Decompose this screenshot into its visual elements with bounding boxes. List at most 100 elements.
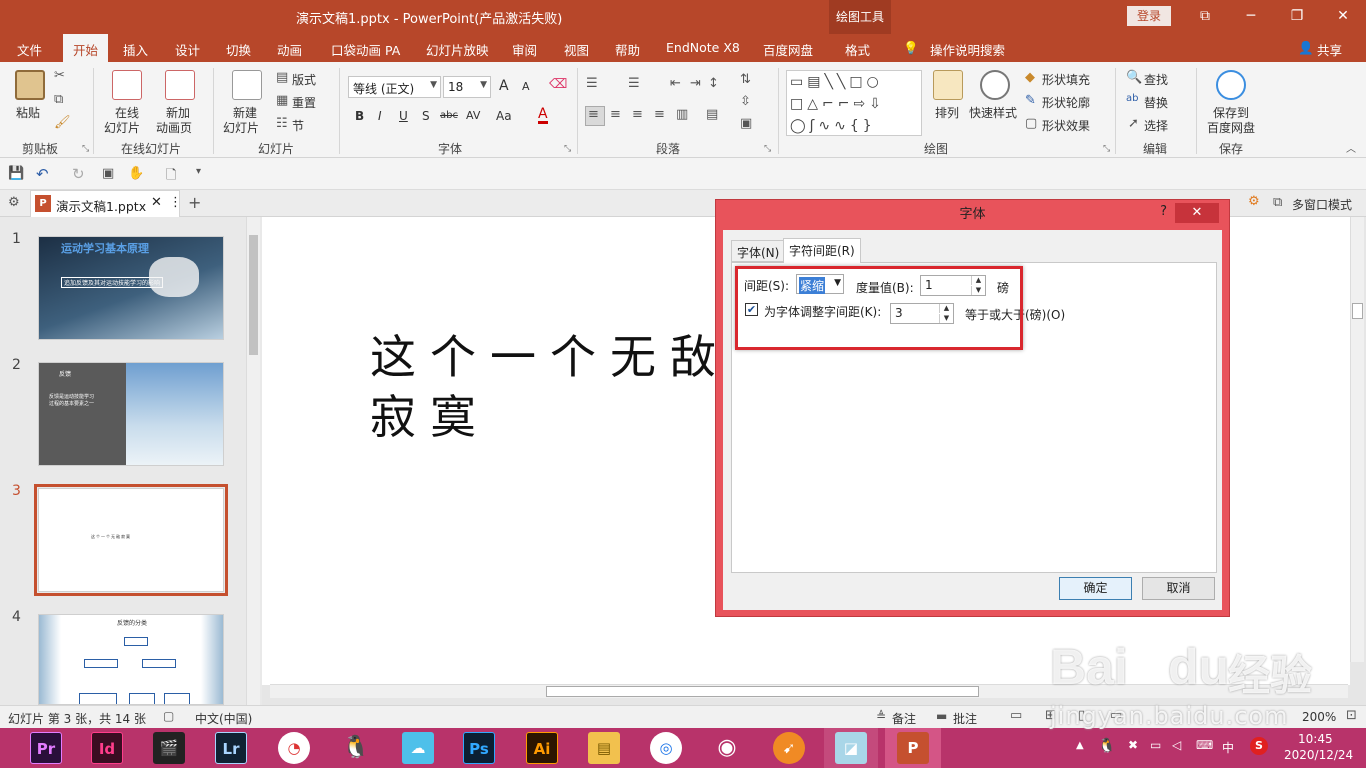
slide-vertical-scrollbar[interactable] — [1350, 217, 1364, 662]
scrollbar-thumb[interactable] — [546, 686, 979, 697]
minimize-icon[interactable]: ─ — [1241, 6, 1261, 26]
tab-transitions[interactable]: 切换 — [226, 40, 251, 59]
section-button[interactable]: 节 — [292, 117, 304, 134]
customize-qat-icon[interactable]: ▾ — [196, 166, 201, 177]
paste-button[interactable]: 粘贴 — [16, 104, 40, 121]
language-status[interactable]: 中文(中国) — [195, 710, 252, 727]
slide-thumbnail-3[interactable]: 这个一个无敌寂寞 — [34, 484, 228, 596]
tab-baidu-netdisk[interactable]: 百度网盘 — [763, 40, 813, 59]
share-button[interactable]: 共享 — [1317, 40, 1342, 59]
arrange-button[interactable]: 排列 — [935, 104, 959, 121]
font-name-combo[interactable]: 等线 (正文) ▼ — [348, 76, 441, 98]
login-button[interactable]: 登录 — [1127, 6, 1171, 26]
powerpoint-app-icon[interactable]: P — [897, 732, 929, 764]
distributed-icon[interactable]: ▥ — [676, 107, 688, 122]
quick-styles-button[interactable]: 快速样式 — [969, 104, 1017, 121]
slide-thumbnail-2[interactable]: 反馈 反馈是运动技能学习 过程的基本要素之一 — [38, 362, 224, 466]
touch-mode-icon[interactable]: ✋ — [128, 166, 144, 181]
document-tab[interactable]: P 演示文稿1.pptx ✕ ⋮ — [30, 190, 182, 217]
new-animation-label2[interactable]: 动画页 — [156, 119, 192, 136]
clipboard-launcher-icon[interactable]: ⤡ — [82, 144, 89, 154]
justify-icon[interactable]: ≡ — [654, 107, 665, 122]
columns-icon[interactable]: ▤ — [706, 107, 718, 122]
italic-button[interactable]: I — [378, 109, 382, 123]
select-button[interactable]: 选择 — [1144, 117, 1168, 134]
align-text-icon[interactable]: ⇳ — [740, 94, 751, 109]
tab-review[interactable]: 审阅 — [512, 40, 537, 59]
tab-font[interactable]: 字体(N) — [731, 240, 786, 262]
text-direction-icon[interactable]: ⇅ — [740, 72, 751, 87]
new-slide-label2[interactable]: 幻灯片 — [223, 119, 259, 136]
drawing-launcher-icon[interactable]: ⤡ — [1103, 144, 1110, 154]
help-icon[interactable]: ? — [1160, 204, 1167, 219]
comments-button[interactable]: 批注 — [953, 710, 977, 727]
strikethrough-button[interactable]: abc — [440, 110, 458, 121]
sogou-app-icon[interactable]: ◔ — [278, 732, 310, 764]
tab-file[interactable]: 文件 — [17, 40, 42, 59]
clock-time[interactable]: 10:45 — [1298, 732, 1333, 746]
new-file-icon[interactable]: 🗋 — [166, 166, 176, 188]
tray-action-center-icon[interactable]: ✖ — [1128, 738, 1138, 752]
qq-app-icon[interactable]: 🐧 — [340, 732, 372, 764]
thumbnails-scrollbar[interactable] — [246, 217, 260, 705]
replace-button[interactable]: 替换 — [1144, 94, 1168, 111]
tray-qq-icon[interactable]: 🐧 — [1098, 738, 1115, 754]
download-app-icon[interactable]: ➹ — [773, 732, 805, 764]
chrome-icon[interactable]: ◉ — [711, 732, 743, 764]
online-slides-label2[interactable]: 幻灯片 — [104, 119, 140, 136]
normal-view-icon[interactable]: ▭ — [1010, 708, 1022, 723]
tab-view[interactable]: 视图 — [564, 40, 589, 59]
baidu-label[interactable]: 百度网盘 — [1207, 119, 1255, 136]
paragraph-launcher-icon[interactable]: ⤡ — [764, 144, 771, 154]
notes-app-icon[interactable]: ◪ — [835, 732, 867, 764]
illustrator-app-icon[interactable]: Ai — [526, 732, 558, 764]
align-center-icon[interactable]: ≡ — [610, 107, 621, 122]
tab-animations[interactable]: 动画 — [277, 40, 302, 59]
new-tab-icon[interactable]: + — [188, 193, 201, 212]
decrease-indent-icon[interactable]: ⇤ — [670, 76, 681, 91]
lightroom-app-icon[interactable]: Lr — [215, 732, 247, 764]
notes-button[interactable]: 备注 — [892, 710, 916, 727]
chat-app-icon[interactable]: ☁ — [402, 732, 434, 764]
file-explorer-icon[interactable]: ▤ — [588, 732, 620, 764]
online-slides-icon[interactable] — [112, 70, 142, 100]
maximize-icon[interactable]: ❐ — [1287, 6, 1307, 26]
arrange-icon[interactable] — [933, 70, 963, 100]
shadow-button[interactable]: S — [422, 109, 430, 123]
grow-font-icon[interactable]: A — [499, 78, 509, 94]
clock-date[interactable]: 2020/12/24 — [1284, 748, 1353, 762]
dialog-close-button[interactable]: ✕ — [1175, 203, 1219, 223]
shape-fill-button[interactable]: 形状填充 — [1042, 71, 1090, 88]
multi-window-mode-button[interactable]: 多窗口模式 — [1292, 196, 1352, 213]
character-spacing-button[interactable]: AV — [466, 109, 480, 122]
accessibility-icon[interactable]: ▢ — [163, 709, 174, 723]
tab-format[interactable]: 格式 — [845, 40, 870, 59]
copy-icon[interactable]: ⧉ — [54, 92, 63, 107]
undo-icon[interactable]: ↶ — [36, 165, 49, 183]
underline-button[interactable]: U — [399, 109, 408, 123]
cancel-button[interactable]: 取消 — [1142, 577, 1215, 600]
close-tab-icon[interactable]: ✕ — [151, 195, 162, 210]
panel-icon[interactable]: ⚙ — [8, 195, 20, 210]
slide-thumbnail-4[interactable]: 反馈的分类 — [38, 614, 224, 705]
quick-styles-icon[interactable] — [980, 70, 1010, 100]
shape-outline-button[interactable]: 形状轮廓 — [1042, 94, 1090, 111]
from-beginning-icon[interactable]: ▣ — [102, 166, 114, 181]
indesign-app-icon[interactable]: Id — [91, 732, 123, 764]
slide-text-line2[interactable]: 寂寞 — [370, 381, 490, 447]
line-spacing-icon[interactable]: ↕ — [708, 76, 719, 91]
sogou-ime-icon[interactable]: S — [1250, 737, 1268, 755]
tray-volume-icon[interactable]: ◁ — [1172, 738, 1181, 752]
ribbon-display-options-icon[interactable]: ⧉ — [1195, 6, 1215, 26]
tab-slideshow[interactable]: 幻灯片放映 — [426, 40, 489, 59]
baidu-cloud-icon[interactable] — [1216, 70, 1246, 100]
tab-pocket-animation[interactable]: 口袋动画 PA — [331, 40, 400, 59]
ok-button[interactable]: 确定 — [1059, 577, 1132, 600]
increase-indent-icon[interactable]: ⇥ — [690, 76, 701, 91]
tab-character-spacing[interactable]: 字符间距(R) — [783, 238, 861, 263]
tab-help[interactable]: 帮助 — [615, 40, 640, 59]
format-painter-icon[interactable]: 🖌 — [54, 115, 71, 130]
more-icon[interactable]: ⋮ — [169, 195, 182, 210]
slide-text-line1[interactable]: 这个一个无敌 — [370, 321, 730, 387]
change-case-button[interactable]: Aa — [496, 109, 512, 123]
